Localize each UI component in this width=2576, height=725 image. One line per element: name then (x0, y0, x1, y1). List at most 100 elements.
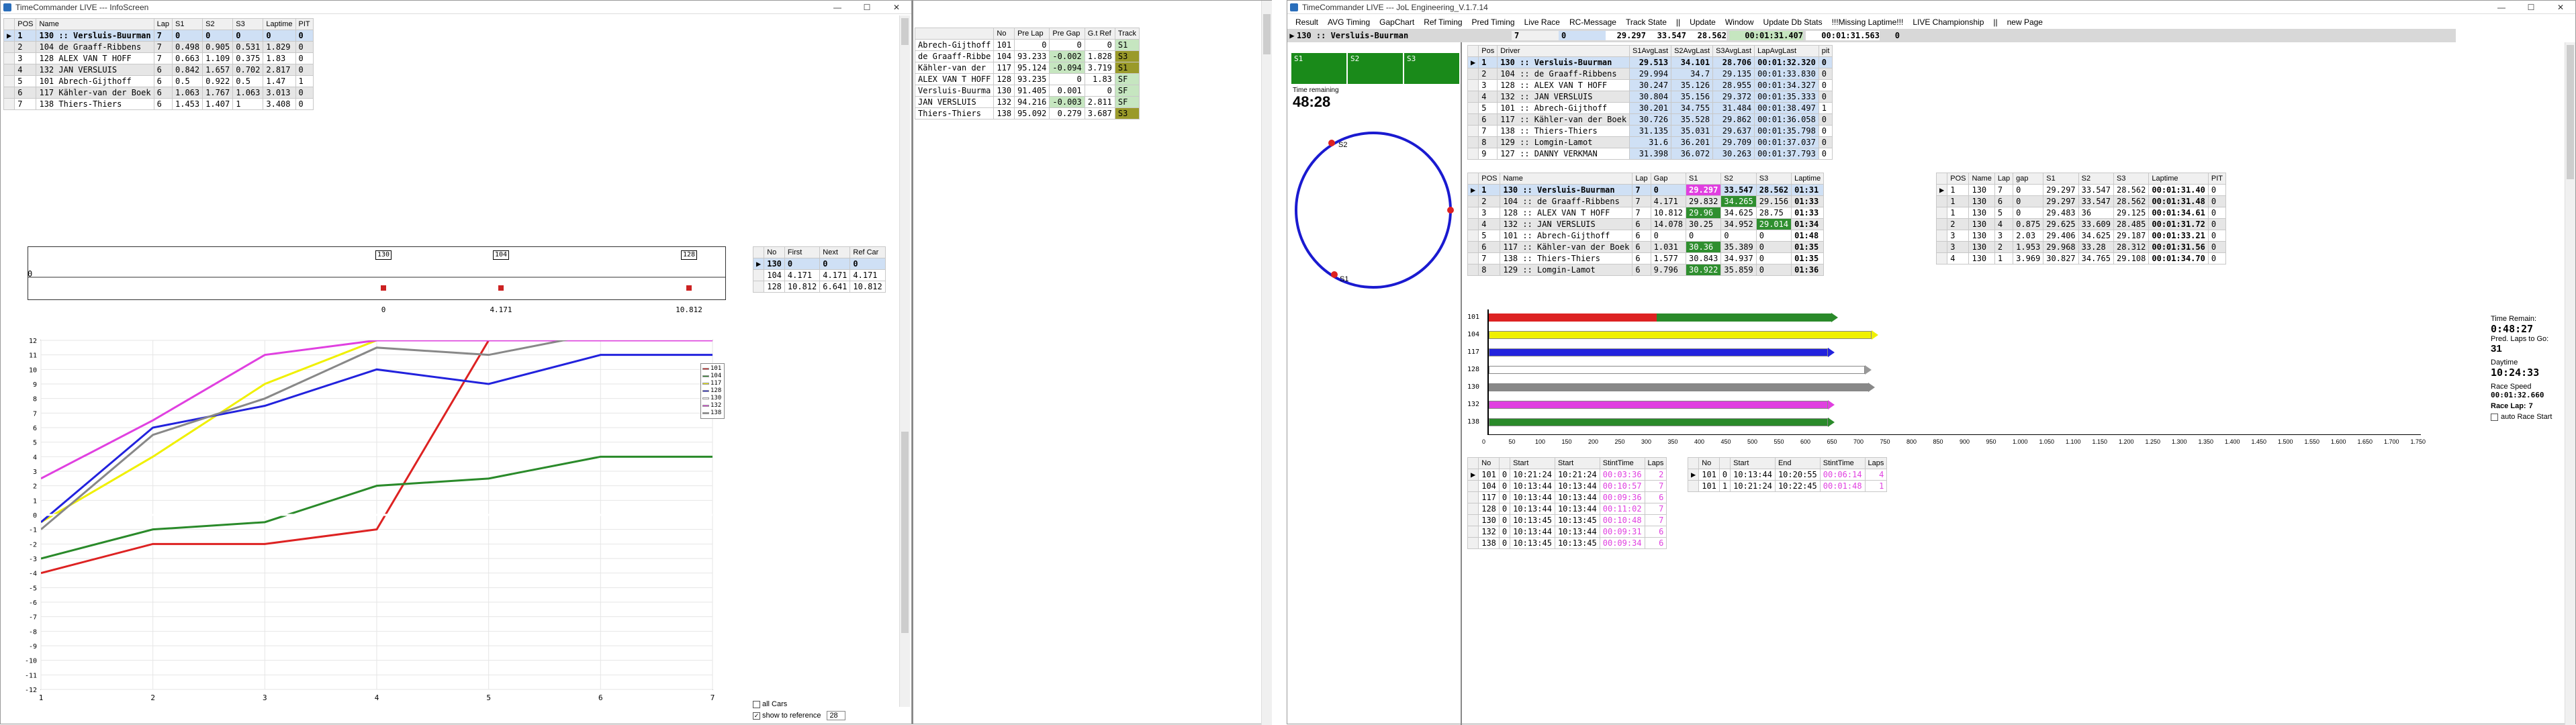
column-header[interactable]: PIT (295, 18, 314, 30)
table-row[interactable]: Versluis-Buurma 130 91.405 0.001 0 SF (914, 85, 1140, 97)
gap-car-box[interactable]: 104 (493, 250, 509, 260)
row-marker[interactable] (1467, 491, 1479, 503)
table-row[interactable]: ▶ 1 130 7 0 29.297 33.547 28.562 00:01:31.40 0 (1935, 184, 2226, 196)
table-row[interactable]: 2 130 4 0.875 29.625 33.609 28.485 00:01:31.72 0 (1935, 218, 2226, 230)
table-row[interactable]: 6 117 Kähler-van der Boek 6 1.063 1.767 1.063… (3, 87, 314, 99)
row-marker[interactable] (1467, 514, 1479, 526)
menu-item[interactable]: Result (1295, 17, 1318, 27)
column-header[interactable]: Laptime (2148, 173, 2209, 185)
auto-race-start-checkbox[interactable] (2491, 413, 2498, 421)
row-marker[interactable]: ▶ (1935, 184, 1948, 196)
row-marker[interactable] (1467, 526, 1479, 538)
table-row[interactable]: Kähler-van der 117 95.124 -0.094 3.719 S1 (914, 62, 1140, 74)
row-marker[interactable] (1467, 480, 1479, 492)
column-header[interactable]: LapAvgLast (1754, 45, 1819, 57)
close-icon[interactable]: ✕ (882, 3, 911, 12)
table-row[interactable]: de Graaff-Ribbe 104 93.233 -0.002 1.828 S3 (914, 50, 1140, 62)
row-marker[interactable] (1467, 68, 1479, 80)
row-marker[interactable] (1935, 195, 1948, 207)
middle-scrollbar[interactable] (1261, 1, 1272, 725)
column-header[interactable] (1718, 457, 1731, 469)
menu-item[interactable]: GapChart (1379, 17, 1414, 27)
column-header[interactable]: Ref Car (849, 246, 886, 258)
column-header[interactable]: Pos (1478, 45, 1498, 57)
table-row[interactable]: 4 132 JAN VERSLUIS 6 0.842 1.657 0.702 2.817 0 (3, 64, 314, 76)
row-marker[interactable] (1467, 195, 1479, 207)
row-marker[interactable] (3, 52, 15, 64)
table-row[interactable]: 4 132 :: JAN VERSLUIS 30.804 35.156 29.372 00… (1467, 91, 1833, 103)
column-header[interactable]: S1AvgLast (1629, 45, 1672, 57)
maximize-icon[interactable]: ☐ (2516, 3, 2546, 12)
column-header[interactable]: Laptime (1791, 173, 1825, 185)
row-marker[interactable] (1467, 136, 1479, 148)
gap-car-box[interactable]: 130 (375, 250, 392, 260)
table-row[interactable]: 117 0 10:13:44 10:13:44 00:09:36 6 (1467, 491, 1667, 503)
column-header[interactable]: Start (1730, 457, 1776, 469)
row-marker[interactable]: ▶ (1467, 469, 1479, 481)
column-header[interactable]: Laps (1864, 457, 1888, 469)
table-row[interactable]: 132 0 10:13:44 10:13:44 00:09:31 6 (1467, 526, 1667, 538)
menu-item[interactable]: AVG Timing (1328, 17, 1370, 27)
table-row[interactable]: 3 128 :: ALEX VAN T HOFF 7 10.812 29.96 34.62… (1467, 207, 1825, 219)
column-header[interactable]: pit (1818, 45, 1833, 57)
menu-item[interactable]: !!!Missing Laptime!!! (1832, 17, 1904, 27)
table-row[interactable]: 3 128 :: ALEX VAN T HOFF 30.247 35.126 28.95… (1467, 79, 1833, 91)
column-header[interactable]: Lap (1994, 173, 2014, 185)
table-row[interactable]: 3 130 3 2.03 29.406 34.625 29.187 00:01:33.21 0 (1935, 230, 2226, 242)
table-row[interactable]: ▶ 130 0 0 0 (752, 258, 886, 270)
column-header[interactable]: No (764, 246, 785, 258)
column-header[interactable]: Name (1968, 173, 1995, 185)
column-header[interactable]: End (1774, 457, 1821, 469)
row-marker[interactable] (3, 98, 15, 110)
all-cars-checkbox[interactable] (753, 700, 760, 708)
column-header[interactable]: S3 (1755, 173, 1792, 185)
row-marker[interactable]: ▶ (1467, 56, 1479, 68)
row-marker[interactable] (1467, 241, 1479, 253)
minimize-icon[interactable]: — (823, 3, 852, 12)
row-marker[interactable] (1467, 91, 1479, 103)
table-row[interactable]: ▶ 1 130 :: Versluis-Buurman 7 0 29.297 33.547 2… (1467, 184, 1825, 196)
table-row[interactable]: 9 127 :: DANNY VERKMAN 31.398 36.072 30.263 0… (1467, 148, 1833, 160)
column-header[interactable]: Name (36, 18, 154, 30)
menu-item[interactable]: RC-Message (1569, 17, 1616, 27)
table-row[interactable]: 6 117 :: Kähler-van der Boek 30.726 35.528 2… (1467, 113, 1833, 126)
all-cars-option[interactable]: all Cars (753, 700, 787, 708)
column-header[interactable]: S2 (202, 18, 234, 30)
column-header[interactable]: S3 (232, 18, 264, 30)
column-header[interactable]: PIT (2207, 173, 2226, 185)
row-marker[interactable] (1935, 207, 1948, 219)
ref-value-input[interactable]: 28 (827, 711, 846, 720)
row-marker[interactable] (1467, 503, 1479, 515)
menu-item[interactable]: Update Db Stats (1763, 17, 1823, 27)
menu-item[interactable]: Track State (1626, 17, 1667, 27)
table-row[interactable]: Thiers-Thiers 138 95.092 0.279 3.687 S3 (914, 107, 1140, 119)
table-row[interactable]: 4 132 :: JAN VERSLUIS 6 14.078 30.25 34.952 29… (1467, 218, 1825, 230)
column-header[interactable]: S1 (1686, 173, 1722, 185)
table-row[interactable]: 1 130 6 0 29.297 33.547 28.562 00:01:31.48 0 (1935, 195, 2226, 207)
chart-scrollbar[interactable] (899, 237, 910, 707)
column-header[interactable]: S2 (2078, 173, 2115, 185)
table-row[interactable]: ALEX VAN T HOFF 128 93.235 0 1.83 SF (914, 73, 1140, 85)
column-header[interactable]: S3 (2113, 173, 2150, 185)
table-row[interactable]: 2 104 :: de Graaff-Ribbens 7 4.171 29.832 34.… (1467, 195, 1825, 207)
menu-item[interactable]: new Page (2007, 17, 2043, 27)
right-scrollbar[interactable] (2565, 42, 2575, 725)
row-marker[interactable] (752, 281, 765, 293)
table-row[interactable]: ▶ 101 0 10:21:24 10:21:24 00:03:36 2 (1467, 469, 1667, 481)
show-ref-option[interactable]: ✓ show to reference 28 (753, 711, 846, 720)
row-marker[interactable] (1467, 125, 1479, 137)
table-row[interactable]: JAN VERSLUIS 132 94.216 -0.003 2.811 SF (914, 96, 1140, 108)
menu-item[interactable]: || (1676, 17, 1680, 27)
row-marker[interactable] (1467, 537, 1479, 549)
column-header[interactable]: Start (1554, 457, 1600, 469)
row-marker[interactable] (1467, 207, 1479, 219)
table-row[interactable]: 8 129 :: Lomgin-Lamot 6 9.796 30.922 35.859 0 0… (1467, 264, 1825, 276)
table-row[interactable]: 130 0 10:13:45 10:13:45 00:10:48 7 (1467, 514, 1667, 526)
column-header[interactable]: Lap (153, 18, 173, 30)
row-marker[interactable]: ▶ (1687, 469, 1700, 481)
table-row[interactable]: ▶ 101 0 10:13:44 10:20:55 00:06:14 4 (1687, 469, 1888, 481)
column-header[interactable]: First (784, 246, 821, 258)
table-row[interactable]: 104 4.171 4.171 4.171 (752, 269, 886, 281)
table-row[interactable]: 2 104 de Graaff-Ribbens 7 0.498 0.905 0.531 1.… (3, 41, 314, 53)
column-header[interactable]: No (993, 28, 1015, 40)
